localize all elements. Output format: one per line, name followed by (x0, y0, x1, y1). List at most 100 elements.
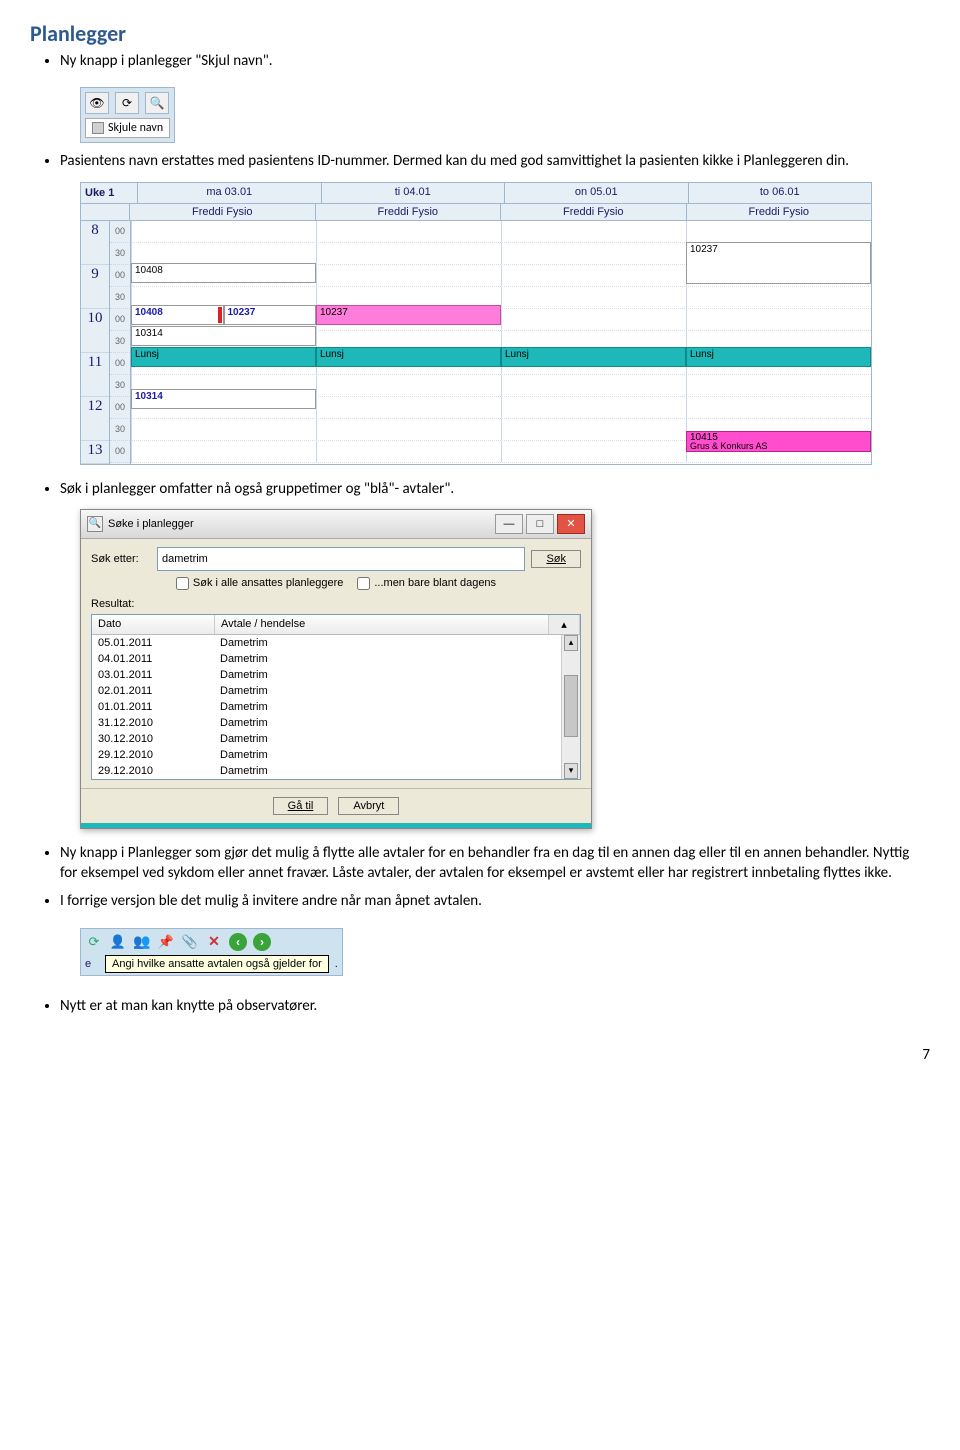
page-number: 7 (30, 1046, 930, 1064)
appt-lunch-3[interactable]: Lunsj (686, 347, 871, 367)
appt-label: 10314 (135, 391, 163, 402)
therapist-2: Freddi Fysio (500, 204, 686, 220)
appt-10408-mon-9[interactable]: 10408 (131, 263, 316, 283)
therapist-3: Freddi Fysio (686, 204, 872, 220)
scrollbar[interactable]: ▴ ▾ (561, 635, 580, 779)
section-heading: Planlegger (30, 20, 930, 47)
scroll-up-icon[interactable]: ▴ (549, 615, 580, 634)
table-row[interactable]: 30.12.2010Dametrim (92, 731, 561, 747)
min: 00 (110, 353, 130, 375)
appt-10237-tue[interactable]: 10237 (316, 305, 501, 325)
appt-10415[interactable]: 10415 Grus & Konkurs AS (686, 431, 871, 452)
bullet-3: Søk i planlegger omfatter nå også gruppe… (60, 479, 930, 499)
day-col-0: ma 03.01 (137, 183, 321, 203)
cell-dato: 01.01.2011 (92, 699, 214, 715)
scroll-up[interactable]: ▴ (564, 635, 578, 651)
cell-dato: 04.01.2011 (92, 651, 214, 667)
week-label: Uke 1 (81, 183, 137, 203)
mini-toolbar: 👁 ⟳ 🔍 Skjule navn (80, 87, 175, 143)
therapist-0: Freddi Fysio (129, 204, 315, 220)
clip-icon[interactable]: 📎 (181, 933, 199, 951)
appt-lunch-1[interactable]: Lunsj (316, 347, 501, 367)
bullet-6: Nytt er at man kan knytte på observatøre… (60, 996, 930, 1016)
chk-only-today-box[interactable] (357, 577, 370, 590)
hour-8: 8 (81, 221, 109, 265)
refresh-icon[interactable]: ⟳ (85, 933, 103, 951)
e-label: e (85, 958, 99, 970)
col-header-dato[interactable]: Dato (92, 615, 215, 634)
table-row[interactable]: 03.01.2011Dametrim (92, 667, 561, 683)
zoom-icon[interactable]: 🔍 (145, 92, 169, 114)
min: 00 (110, 265, 130, 287)
user-icon[interactable]: 👤 (109, 933, 127, 951)
appt-label: 10237 (228, 307, 256, 318)
table-row[interactable]: 29.12.2010Dametrim (92, 763, 561, 779)
min: 00 (110, 397, 130, 419)
scroll-thumb[interactable] (564, 675, 578, 737)
appt-lunch-2[interactable]: Lunsj (501, 347, 686, 367)
table-row[interactable]: 29.12.2010Dametrim (92, 747, 561, 763)
goto-button[interactable]: Gå til (273, 797, 329, 815)
cell-avtale: Dametrim (214, 667, 561, 683)
scroll-down[interactable]: ▾ (564, 763, 578, 779)
nav-forward-icon[interactable]: › (253, 933, 271, 951)
period: . (335, 958, 338, 970)
search-icon: 🔍 (87, 516, 103, 532)
therapist-1: Freddi Fysio (315, 204, 501, 220)
min: 30 (110, 243, 130, 265)
hour-9: 9 (81, 265, 109, 309)
appt-10237-mon-10[interactable]: 10237 (224, 305, 317, 325)
close-button[interactable]: ✕ (557, 514, 585, 534)
refresh-icon[interactable]: ⟳ (115, 92, 139, 114)
chk-all-employees-box[interactable] (176, 577, 189, 590)
chk-all-employees[interactable]: Søk i alle ansattes planleggere (176, 577, 343, 590)
col-header-avtale[interactable]: Avtale / hendelse (215, 615, 549, 634)
search-input[interactable] (157, 547, 525, 571)
min: 00 (110, 221, 130, 243)
tooltip: Angi hvilke ansatte avtalen også gjelder… (105, 955, 329, 973)
table-row[interactable]: 04.01.2011Dametrim (92, 651, 561, 667)
table-row[interactable]: 31.12.2010Dametrim (92, 715, 561, 731)
day-col-1: ti 04.01 (321, 183, 505, 203)
appt-10314-mon-12[interactable]: 10314 (131, 389, 316, 409)
appt-10408-mon-10[interactable]: 10408 (131, 305, 224, 325)
cell-avtale: Dametrim (214, 715, 561, 731)
cell-avtale: Dametrim (214, 747, 561, 763)
appt-label: 10408 (135, 307, 163, 318)
minimize-button[interactable]: — (495, 514, 523, 534)
square-icon (92, 122, 104, 134)
cell-dato: 05.01.2011 (92, 635, 214, 651)
appt-lunch-0[interactable]: Lunsj (131, 347, 316, 367)
appt-10314-mon-1030[interactable]: 10314 (131, 326, 316, 346)
cell-dato: 30.12.2010 (92, 731, 214, 747)
hide-name-button[interactable]: Skjule navn (85, 118, 170, 138)
sok-etter-label: Søk etter: (91, 553, 151, 565)
nav-back-icon[interactable]: ‹ (229, 933, 247, 951)
hide-name-label: Skjule navn (108, 121, 163, 135)
hour-13: 13 (81, 441, 109, 464)
table-row[interactable]: 01.01.2011Dametrim (92, 699, 561, 715)
table-row[interactable]: 02.01.2011Dametrim (92, 683, 561, 699)
bullet-2: Pasientens navn erstattes med pasientens… (60, 151, 930, 171)
cancel-button[interactable]: Avbryt (338, 797, 399, 815)
dialog-title: Søke i planlegger (108, 518, 194, 530)
min: 00 (110, 441, 130, 463)
chk-only-today[interactable]: ...men bare blant dagens (357, 577, 496, 590)
eye-icon[interactable]: 👁 (85, 92, 109, 114)
add-user-icon[interactable]: 👥 (133, 933, 151, 951)
cell-dato: 29.12.2010 (92, 747, 214, 763)
appt-label-sub: Grus & Konkurs AS (690, 441, 768, 451)
min: 00 (110, 309, 130, 331)
cell-dato: 31.12.2010 (92, 715, 214, 731)
min: 30 (110, 375, 130, 397)
table-row[interactable]: 05.01.2011Dametrim (92, 635, 561, 651)
delete-icon[interactable]: ✕ (205, 933, 223, 951)
search-button[interactable]: Søk (531, 550, 581, 568)
maximize-button[interactable]: □ (526, 514, 554, 534)
pin-icon[interactable]: 📌 (157, 933, 175, 951)
hour-10: 10 (81, 309, 109, 353)
cell-avtale: Dametrim (214, 651, 561, 667)
search-dialog: 🔍 Søke i planlegger — □ ✕ Søk etter: Søk… (80, 509, 592, 829)
min: 30 (110, 287, 130, 309)
appt-10237-thu[interactable]: 10237 (686, 242, 871, 284)
